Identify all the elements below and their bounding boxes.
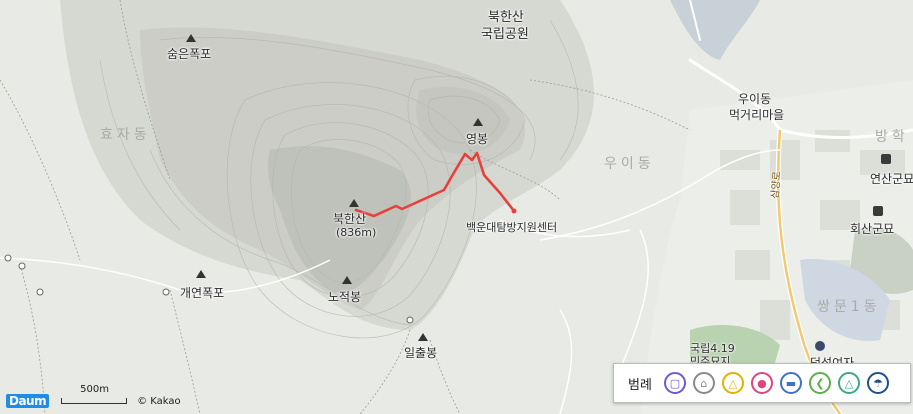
bus-icon[interactable]: ▢ <box>663 372 686 394</box>
poi-yeonsan-tomb[interactable]: 연산군묘 <box>870 170 913 187</box>
car-icon[interactable]: ▬ <box>779 372 802 394</box>
poi-uiidong-line1[interactable]: 우이동 <box>738 90 771 107</box>
poi-uiidong-line2[interactable]: 먹거리마을 <box>729 106 784 123</box>
road-label-samyang: 삼양로 <box>769 170 784 200</box>
tomb-icon <box>881 154 891 164</box>
poi-hoesan-tomb[interactable]: 회산군묘 <box>850 220 894 237</box>
area-label-bang: 방학 <box>875 129 909 145</box>
person-icon[interactable]: ● <box>750 372 773 394</box>
route-end-marker <box>511 208 517 214</box>
share-icon[interactable]: ❮ <box>808 372 831 394</box>
tomb-icon <box>873 206 883 216</box>
peak-icon <box>349 199 359 207</box>
university-icon <box>815 341 825 351</box>
bottle-icon[interactable]: △ <box>837 372 860 394</box>
peak-icon <box>342 276 352 284</box>
peak-elevation: (836m) <box>336 226 377 239</box>
map-canvas[interactable] <box>0 0 913 414</box>
scale-bar: 500m <box>61 384 128 404</box>
peak-icon <box>418 333 428 341</box>
poi-ilchulbong[interactable]: 일출봉 <box>404 344 437 361</box>
area-label-ssangmun: 쌍문1동 <box>817 299 881 315</box>
poi-bukhansan-peak[interactable]: 북한산 <box>333 210 366 227</box>
map-scale: Daum 500m © Kakao <box>6 384 181 410</box>
poi-baegundae-center[interactable]: 백운대탐방지원센터 <box>466 219 557 235</box>
peak-icon <box>186 34 196 42</box>
peak-icon <box>473 118 483 126</box>
umbrella-icon[interactable]: ☂ <box>866 372 889 394</box>
park-name-line2: 국립공원 <box>481 27 529 42</box>
house-icon[interactable]: ⌂ <box>692 372 715 394</box>
poi-sumeun-falls[interactable]: 숨은폭포 <box>167 45 211 62</box>
legend-title: 범례 <box>628 377 652 393</box>
map-legend[interactable]: 범례 ▢ ⌂ △ ● ▬ ❮ △ ☂ <box>613 363 911 403</box>
copyright-text: © Kakao <box>137 395 181 407</box>
warning-icon[interactable]: △ <box>721 372 744 394</box>
area-label-uidong: 우이동 <box>604 156 655 172</box>
scale-distance: 500m <box>80 384 109 395</box>
poi-gaeyeon-falls[interactable]: 개연폭포 <box>180 284 224 301</box>
peak-icon <box>196 270 206 278</box>
daum-logo[interactable]: Daum <box>6 394 50 408</box>
area-label-hyojadong: 효자동 <box>100 127 151 143</box>
poi-nojeokbong[interactable]: 노적봉 <box>328 288 361 305</box>
poi-yeongbong[interactable]: 영봉 <box>466 130 488 147</box>
